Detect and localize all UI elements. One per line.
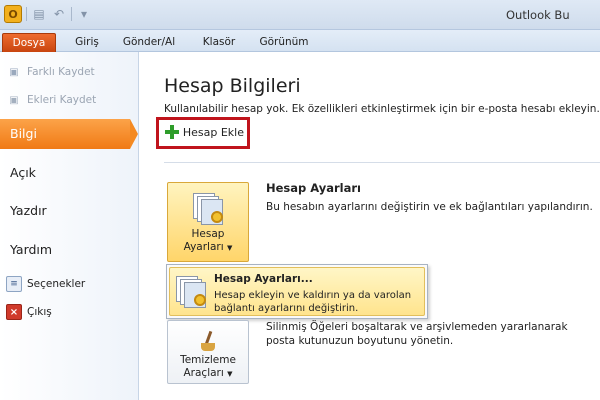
account-settings-title: Hesap Ayarları: [266, 181, 361, 195]
tab-home[interactable]: Giriş: [70, 33, 104, 52]
account-settings-button-label-1: Hesap: [191, 228, 225, 240]
plus-icon: [165, 125, 179, 139]
ribbon-tab-bar: Dosya Giriş Gönder/Al Klasör Görünüm: [0, 30, 600, 52]
save-attachments-icon: ▣: [9, 94, 19, 106]
nav-item-help-label: Yardım: [10, 242, 53, 257]
cleanup-description: Silinmiş Öğeleri boşaltarak ve arşivleme…: [266, 321, 568, 347]
account-settings-icon: [191, 191, 225, 225]
tab-file[interactable]: Dosya: [2, 33, 56, 52]
selected-arrow-icon: [130, 119, 138, 149]
menu-item-title: Hesap Ayarları...: [214, 273, 313, 285]
account-settings-description: Bu hesabın ayarlarını değiştirin ve ek b…: [266, 201, 593, 213]
dropdown-caret-icon: ▼: [226, 244, 233, 252]
cleanup-tools-button[interactable]: Temizleme Araçları ▼: [167, 320, 249, 384]
options-label: Seçenekler: [27, 278, 86, 290]
nav-item-open[interactable]: Açık: [0, 158, 139, 188]
account-settings-button[interactable]: Hesap Ayarları ▼: [167, 182, 249, 262]
qat-separator: [26, 7, 27, 21]
tab-folder[interactable]: Klasör: [201, 33, 237, 52]
nav-item-open-label: Açık: [10, 165, 36, 180]
outlook-app-icon[interactable]: O: [4, 5, 22, 23]
section-divider: [164, 162, 600, 163]
nav-item-info[interactable]: Bilgi: [0, 119, 138, 149]
cleanup-button-label-1: Temizleme: [180, 354, 236, 366]
undo-icon[interactable]: ↶: [51, 6, 67, 22]
options-command[interactable]: ≡ Seçenekler: [6, 275, 85, 293]
page-title: Hesap Bilgileri: [164, 75, 301, 97]
no-account-description: Kullanılabilir hesap yok. Ek özellikleri…: [164, 103, 600, 115]
account-settings-button-label-2: Ayarları: [183, 241, 224, 253]
quick-access-toolbar: O ▤ ↶ ▾: [4, 5, 92, 23]
options-icon: ≡: [6, 276, 22, 292]
nav-item-print[interactable]: Yazdır: [0, 196, 139, 226]
menu-item-description: Hesap ekleyin ve kaldırın ya da varolan …: [214, 290, 412, 314]
add-account-button[interactable]: Hesap Ekle: [162, 121, 244, 143]
exit-command[interactable]: × Çıkış: [6, 303, 52, 321]
broom-icon: [191, 325, 225, 351]
save-as-icon: ▣: [9, 66, 19, 78]
backstage-nav: ▣ Farklı Kaydet ▣ Ekleri Kaydet Bilgi Aç…: [0, 52, 139, 400]
cleanup-button-label-2: Araçları: [183, 367, 224, 379]
nav-item-print-label: Yazdır: [10, 203, 47, 218]
dropdown-caret-icon: ▼: [227, 370, 233, 378]
exit-label: Çıkış: [27, 306, 52, 318]
send-receive-icon[interactable]: ▤: [31, 6, 47, 22]
exit-icon: ×: [6, 304, 22, 320]
save-attachments-label: Ekleri Kaydet: [27, 94, 97, 106]
window-title: Outlook Bu: [506, 8, 570, 22]
qat-separator: [71, 7, 72, 21]
save-as-command[interactable]: ▣ Farklı Kaydet: [6, 63, 95, 81]
account-settings-menu-icon: [174, 274, 208, 308]
nav-item-info-label: Bilgi: [10, 126, 37, 141]
save-attachments-command[interactable]: ▣ Ekleri Kaydet: [6, 91, 96, 109]
customize-qat-icon[interactable]: ▾: [76, 6, 92, 22]
save-as-label: Farklı Kaydet: [27, 66, 95, 78]
title-bar: O ▤ ↶ ▾ Outlook Bu: [0, 0, 600, 30]
add-account-label: Hesap Ekle: [182, 125, 244, 139]
tab-view[interactable]: Görünüm: [259, 33, 309, 52]
nav-item-help[interactable]: Yardım: [0, 235, 139, 265]
menu-item-account-settings[interactable]: Hesap Ayarları... Hesap ekleyin ve kaldı…: [169, 267, 425, 316]
account-settings-menu: Hesap Ayarları... Hesap ekleyin ve kaldı…: [166, 264, 428, 319]
tab-send-receive[interactable]: Gönder/Al: [119, 33, 179, 52]
